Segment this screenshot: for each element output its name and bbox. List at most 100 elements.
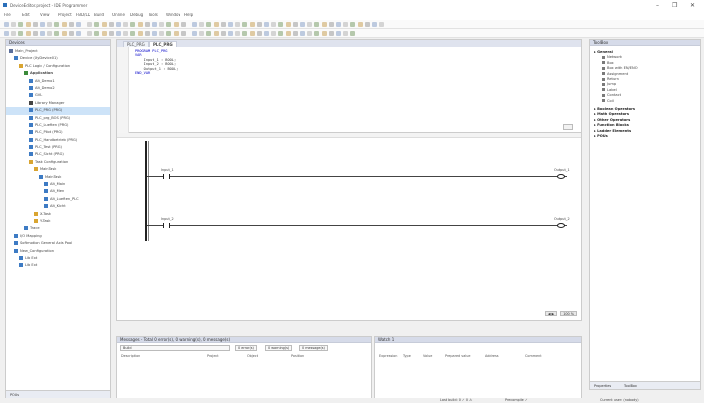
toolbar-button-icon[interactable] [152,22,157,27]
toolbar-button-icon[interactable] [108,22,114,27]
toolbar-button-icon[interactable] [343,22,349,27]
toolbar-button-icon[interactable] [166,22,172,27]
watch-column-header[interactable]: Comment [525,354,542,358]
tree-node[interactable]: MainTask [6,174,110,181]
toolbar-button-icon[interactable] [40,22,45,27]
errors-filter-button[interactable]: 0 error(s) [235,345,257,351]
toolbox-item[interactable]: Return [602,77,619,81]
toolbar-button-icon[interactable] [54,31,60,36]
toolbar-button-icon[interactable] [76,31,81,36]
menu-item-5[interactable]: Build [94,13,108,17]
maximize-icon[interactable]: ❐ [672,2,677,9]
menu-item-3[interactable]: Project [58,13,72,17]
menu-item-10[interactable]: Help [184,13,198,17]
toolbar-button-icon[interactable] [101,31,107,36]
contact-variable[interactable]: Input_1 [161,168,174,172]
menu-item-0[interactable]: File [4,13,18,17]
zoom-button[interactable]: 100 % [560,311,577,316]
watch-column-header[interactable]: Address [485,354,499,358]
toolbar-button-icon[interactable] [336,31,341,36]
toolbar-button-icon[interactable] [101,22,107,27]
toolbar-button-icon[interactable] [228,31,233,36]
toolbox-item[interactable]: Label [602,88,617,92]
toolbar-button-icon[interactable] [278,31,284,36]
tree-node[interactable]: Y-Task [6,218,110,225]
toolbar-button-icon[interactable] [137,22,143,27]
toolbar-button-icon[interactable] [4,31,9,36]
menu-item-7[interactable]: Debug [130,13,144,17]
tree-node[interactable]: PLC Logic / Configuration [6,63,110,70]
toolbox-item[interactable]: Box [602,61,614,65]
contact-element[interactable] [163,223,170,228]
messages-column-header[interactable]: Object [247,354,258,358]
tree-node[interactable]: Lib Ext [6,255,110,262]
toolbar-button-icon[interactable] [159,31,165,36]
toolbar-button-icon[interactable] [328,31,334,36]
toolbar-button-icon[interactable] [206,31,212,36]
toolbar-button-icon[interactable] [116,22,121,27]
toolbar-button-icon[interactable] [61,22,67,27]
toolbar-button-icon[interactable] [123,22,129,27]
messages-filter-button[interactable]: 0 message(s) [299,345,328,351]
toolbox-item[interactable]: Network [602,55,622,59]
toolbar-button-icon[interactable] [173,22,179,27]
minimize-icon[interactable]: – [656,2,659,9]
tree-node[interactable]: PLC_PRG (PRG) [6,107,110,115]
tree-node[interactable]: PLC_Test (PRG) [6,144,110,151]
toolbar-button-icon[interactable] [18,22,24,27]
toolbar-button-icon[interactable] [264,22,269,27]
toolbar-button-icon[interactable] [68,22,74,27]
toolbar-button-icon[interactable] [94,31,100,36]
toolbar-button-icon[interactable] [40,31,45,36]
toolbar-button-icon[interactable] [137,31,143,36]
toolbar-button-icon[interactable] [61,31,67,36]
watch-column-header[interactable]: Prepared value [445,354,471,358]
toolbar-button-icon[interactable] [159,22,165,27]
menu-item-1[interactable]: Edit [22,13,36,17]
toolbar-button-icon[interactable] [87,22,93,27]
toolbar-button-icon[interactable] [350,31,356,36]
toolbar-button-icon[interactable] [47,31,53,36]
menu-item-2[interactable]: View [40,13,54,17]
toolbar-button-icon[interactable] [11,31,17,36]
toolbar-button-icon[interactable] [94,22,100,27]
toolbox-category[interactable]: ▸ Boolean Operators [594,107,635,111]
toolbar-button-icon[interactable] [32,22,38,27]
messages-column-header[interactable]: Position [291,354,304,358]
toolbar-button-icon[interactable] [11,22,17,27]
toolbar-button-icon[interactable] [166,31,172,36]
toolbar-button-icon[interactable] [18,31,24,36]
tree-node[interactable]: Alt_Lueften_PLC [6,196,110,203]
toolbar-button-icon[interactable] [321,31,327,36]
close-icon[interactable]: ✕ [690,2,695,9]
tree-node[interactable]: Alt_Kicht [6,203,110,210]
toolbar-button-icon[interactable] [32,31,38,36]
toolbar-button-icon[interactable] [364,22,370,27]
tree-node[interactable]: GVL [6,92,110,99]
toolbar-button-icon[interactable] [235,31,241,36]
toolbar-button-icon[interactable] [372,22,377,27]
contact-variable[interactable]: Input_2 [161,217,174,221]
toolbar-button-icon[interactable] [130,22,136,27]
toolbar-button-icon[interactable] [206,22,212,27]
tree-node[interactable]: MainTask [6,166,110,173]
toolbar-button-icon[interactable] [76,22,81,27]
toolbar-button-icon[interactable] [357,22,363,27]
toolbox-category[interactable]: ▸ POUs [594,134,608,138]
toolbar-button-icon[interactable] [249,22,255,27]
tree-node[interactable]: Main_Project [6,48,110,55]
toolbar-button-icon[interactable] [292,22,298,27]
toolbar-button-icon[interactable] [180,31,186,36]
tree-node[interactable]: Device (XyDevice01) [6,55,110,62]
toolbar-button-icon[interactable] [54,22,60,27]
toolbar-button-icon[interactable] [256,22,262,27]
messages-column-header[interactable]: Description [121,354,140,358]
toolbar-button-icon[interactable] [108,31,114,36]
toolbar-button-icon[interactable] [144,22,150,27]
messages-column-header[interactable]: Project [207,354,219,358]
tree-node[interactable]: Alt_Men [6,188,110,195]
tree-node[interactable]: Alt_Demo2 [6,85,110,92]
toolbar-button-icon[interactable] [285,31,291,36]
toolbar-button-icon[interactable] [292,31,298,36]
toolbar-button-icon[interactable] [180,22,186,27]
